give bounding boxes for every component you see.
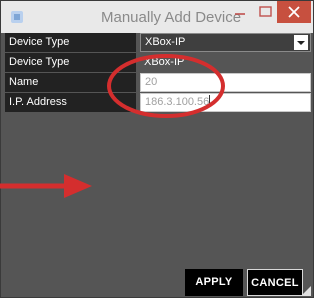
device-type-select-row: Device Type XBox-IP bbox=[5, 33, 311, 52]
device-form: Device Type XBox-IP Device Type XBox-IP … bbox=[5, 33, 311, 113]
ip-address-field[interactable]: 186.3.100.56 bbox=[140, 93, 311, 112]
app-icon bbox=[9, 9, 25, 25]
device-type-value: XBox-IP bbox=[144, 56, 185, 68]
device-type-label: Device Type bbox=[5, 33, 136, 52]
maximize-icon[interactable] bbox=[255, 1, 277, 25]
minimize-icon[interactable] bbox=[227, 1, 253, 25]
chevron-down-icon[interactable] bbox=[294, 35, 308, 50]
name-field[interactable]: 20 bbox=[140, 73, 311, 92]
name-row: Name 20 bbox=[5, 73, 311, 92]
name-label: Name bbox=[5, 73, 136, 92]
device-type-static-row: Device Type XBox-IP bbox=[5, 53, 311, 72]
cancel-button[interactable]: CANCEL bbox=[247, 269, 303, 296]
close-icon[interactable] bbox=[277, 1, 311, 23]
ip-address-label: I.P. Address bbox=[5, 93, 136, 112]
device-type-label: Device Type bbox=[5, 53, 136, 72]
ip-address-row: I.P. Address 186.3.100.56 bbox=[5, 93, 311, 112]
manually-add-device-dialog: Manually Add Device Device Type XBox-IP bbox=[0, 0, 314, 298]
resize-grip-icon[interactable] bbox=[299, 283, 311, 296]
text-caret bbox=[209, 95, 211, 107]
device-type-selected-value: XBox-IP bbox=[145, 36, 186, 48]
window-title: Manually Add Device bbox=[101, 9, 242, 26]
title-bar: Manually Add Device bbox=[1, 1, 313, 33]
ip-address-value: 186.3.100.56 bbox=[145, 96, 210, 108]
apply-button[interactable]: APPLY bbox=[185, 269, 243, 296]
device-type-dropdown[interactable]: XBox-IP bbox=[140, 33, 311, 52]
